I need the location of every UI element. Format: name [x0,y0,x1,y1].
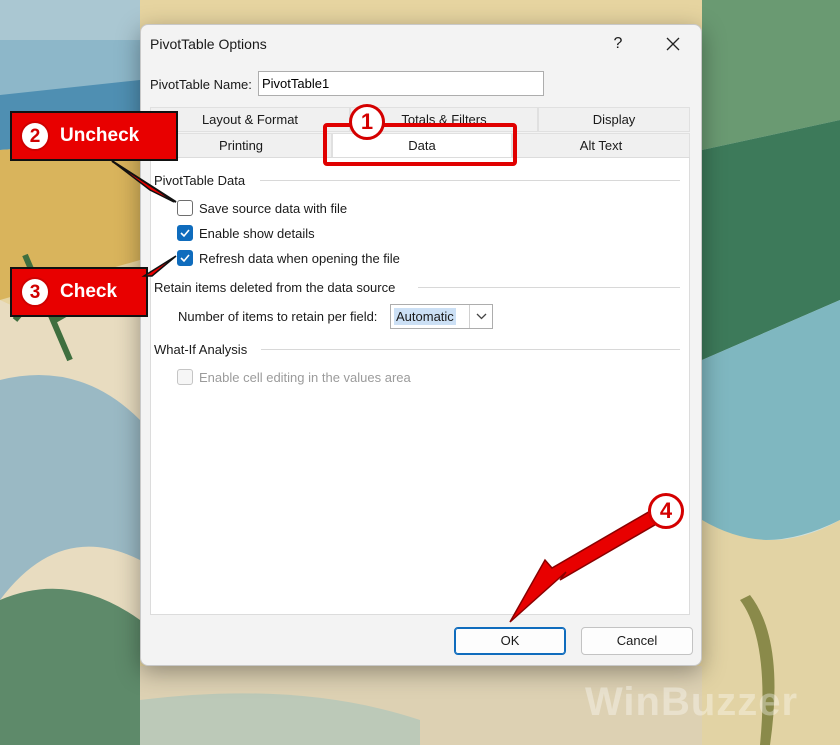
retain-items-value: Automatic [394,308,456,325]
pivottable-name-input[interactable] [258,71,544,96]
step-2-text: Uncheck [60,125,140,146]
select-separator [469,305,470,328]
section-divider [261,349,680,350]
save-source-data-label: Save source data with file [199,200,348,216]
cancel-button[interactable]: Cancel [581,627,693,655]
tab-display[interactable]: Display [538,107,690,132]
checkmark-icon [180,229,190,238]
save-source-data-checkbox[interactable] [177,200,193,216]
close-button[interactable] [655,31,691,57]
section-divider [418,287,680,288]
refresh-on-open-label: Refresh data when opening the file [199,250,400,266]
ok-button[interactable]: OK [454,627,566,655]
title-bar: PivotTable Options ? [141,25,701,63]
step-4-badge: 4 [648,493,684,529]
help-button[interactable]: ? [604,31,632,57]
checkmark-icon [180,254,190,263]
step-2-callout: 2 Uncheck [10,111,178,161]
step-3-text: Check [60,281,118,302]
tab-alt-text[interactable]: Alt Text [512,133,690,158]
what-if-analysis-section-heading: What-If Analysis [154,342,248,357]
save-source-data-checkbox-row[interactable]: Save source data with file [177,200,347,216]
cell-editing-checkbox-row: Enable cell editing in the values area [177,369,411,385]
pivottable-options-dialog: PivotTable Options ? PivotTable Name: La… [140,24,702,666]
retain-items-select[interactable]: Automatic [390,304,493,329]
cell-editing-checkbox [177,369,193,385]
section-divider [260,180,680,181]
retain-items-section-heading: Retain items deleted from the data sourc… [154,280,396,295]
step-2-number: 2 [20,121,50,151]
step-1-badge: 1 [349,104,385,140]
cell-editing-label: Enable cell editing in the values area [199,369,411,385]
dialog-title: PivotTable Options [150,36,267,52]
enable-show-details-checkbox[interactable] [177,225,193,241]
pivottable-name-label: PivotTable Name: [150,77,252,92]
retain-items-label: Number of items to retain per field: [178,309,378,324]
step-3-callout: 3 Check [10,267,148,317]
refresh-on-open-checkbox-row[interactable]: Refresh data when opening the file [177,250,400,266]
close-icon [666,37,680,51]
watermark-logo: WinBuzzer [585,680,799,724]
step-3-number: 3 [20,277,50,307]
enable-show-details-checkbox-row[interactable]: Enable show details [177,225,315,241]
pivottable-data-section-heading: PivotTable Data [154,173,246,188]
refresh-on-open-checkbox[interactable] [177,250,193,266]
chevron-down-icon [476,313,487,320]
tab-layout-format[interactable]: Layout & Format [150,107,350,132]
enable-show-details-label: Enable show details [199,225,315,241]
